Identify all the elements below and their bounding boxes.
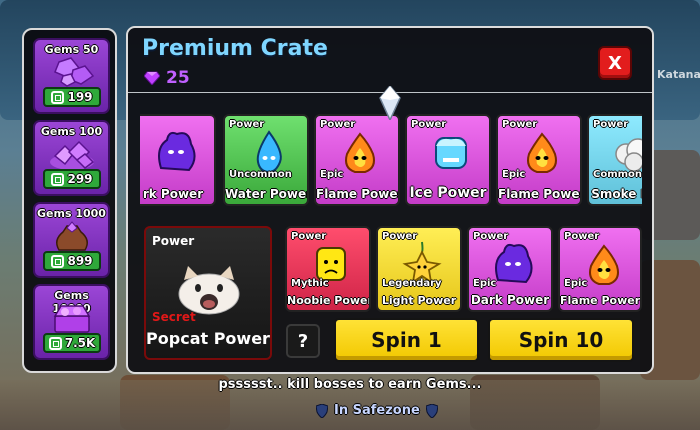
gem-pack-label: Gems 100 xyxy=(40,125,103,138)
crate-cost: 25 xyxy=(144,68,190,88)
card-name: rk Power xyxy=(142,187,204,201)
ice-fruit-icon xyxy=(435,137,467,169)
shield-icon xyxy=(316,403,328,418)
crate-title: Premium Crate xyxy=(142,36,328,61)
robux-price-button[interactable]: 7.5K xyxy=(43,333,101,353)
purple-fruit-icon xyxy=(495,243,533,284)
pool-card[interactable]: Power Legendary Light Power xyxy=(376,226,462,312)
robux-icon xyxy=(51,172,65,186)
safezone-label: In Safezone xyxy=(334,403,420,418)
pool-card[interactable]: Power Mythic Noobie Power xyxy=(285,226,371,312)
gem-pack-label: Gems 1000 xyxy=(37,207,106,220)
featured-name: Popcat Power xyxy=(146,329,270,348)
robux-price-button[interactable]: 299 xyxy=(43,169,101,189)
popcat-icon xyxy=(178,266,240,315)
reel-card: rk Power xyxy=(140,114,216,206)
spin-reel: rk Power Power Uncommon Water Power Powe… xyxy=(140,114,642,210)
card-name: Ice Power xyxy=(409,185,487,201)
pool-card[interactable]: Power Epic Dark Power xyxy=(467,226,553,312)
card-rarity: Common xyxy=(593,169,642,180)
robux-price-button[interactable]: 199 xyxy=(43,87,101,107)
shield-icon xyxy=(425,403,438,418)
robux-price-button[interactable]: 899 xyxy=(43,251,101,271)
gem-sack-icon xyxy=(56,221,88,251)
price-value: 299 xyxy=(67,172,93,186)
gem-pack-1000[interactable]: Gems 1000 899 xyxy=(33,202,110,278)
water-drop-fruit-icon xyxy=(256,130,282,174)
price-value: 199 xyxy=(67,90,93,104)
gem-pack-50[interactable]: Gems 50 199 xyxy=(33,38,110,114)
card-rarity: Mythic xyxy=(291,278,329,289)
featured-type: Power xyxy=(152,234,195,248)
card-rarity: Epic xyxy=(320,169,344,180)
card-name: Light Power xyxy=(381,294,457,307)
gem-pack-100[interactable]: Gems 100 299 xyxy=(33,120,110,196)
gem-pack-10000[interactable]: Gems 10000 7.5K xyxy=(33,284,110,360)
robux-icon xyxy=(48,336,62,350)
featured-prize-card: Power Secret Popcat Power xyxy=(144,226,272,360)
robux-icon xyxy=(51,254,65,268)
help-button[interactable]: ? xyxy=(286,324,320,358)
featured-rarity: Secret xyxy=(152,310,196,324)
card-rarity: Epic xyxy=(473,278,497,289)
price-value: 7.5K xyxy=(64,336,96,350)
gem-pile-icon xyxy=(50,140,95,170)
safezone-indicator: In Safezone xyxy=(316,403,438,418)
gem-icon xyxy=(144,71,160,85)
card-name: Flame Power xyxy=(498,187,582,201)
card-rarity: Uncommon xyxy=(229,169,292,180)
gem-pack-label: Gems 50 xyxy=(44,43,99,56)
card-name: Flame Power xyxy=(560,294,641,307)
gem-pile-icon xyxy=(54,57,95,87)
hint-text: pssssst.. kill bosses to earn Gems... xyxy=(218,377,482,392)
premium-crate-panel: Premium Crate 25 X rk Power Power Uncomm… xyxy=(126,26,654,374)
gem-chest-icon xyxy=(53,305,91,333)
card-rarity: Epic xyxy=(502,169,526,180)
purple-fruit-icon xyxy=(158,131,196,172)
pool-card[interactable]: Power Epic Flame Power xyxy=(558,226,642,312)
card-name: Smoke Pow xyxy=(591,187,642,201)
spin-10-button[interactable]: Spin 10 xyxy=(488,318,634,362)
flame-fruit-icon xyxy=(527,132,557,173)
card-name: Water Power xyxy=(225,187,309,201)
gem-shop-sidebar: Gems 50 199 Gems 100 299 Gems 1000 899 G… xyxy=(22,28,117,373)
spin-1-button[interactable]: Spin 1 xyxy=(334,318,479,362)
card-name: Flame Power xyxy=(316,187,400,201)
reel-card: Power Epic Flame Power xyxy=(496,114,582,206)
reel-card: Power Common Smoke Pow xyxy=(587,114,642,206)
npc-name-label: Katana xyxy=(657,68,700,81)
card-rarity: Epic xyxy=(564,278,588,289)
crate-cost-value: 25 xyxy=(166,68,190,88)
flame-fruit-icon xyxy=(589,244,619,285)
price-value: 899 xyxy=(67,254,93,268)
flame-fruit-icon xyxy=(345,132,375,173)
reel-card-selected: Power Ice Power xyxy=(405,114,491,206)
reel-card: Power Uncommon Water Power xyxy=(223,114,309,206)
reel-pointer-icon xyxy=(379,86,401,120)
card-name: Noobie Power xyxy=(287,294,371,307)
card-name: Dark Power xyxy=(470,293,550,307)
reel-card: Power Epic Flame Power xyxy=(314,114,400,206)
smoke-fruit-icon xyxy=(615,138,642,172)
close-button[interactable]: X xyxy=(598,46,632,80)
robux-icon xyxy=(51,90,65,104)
card-rarity: Legendary xyxy=(382,278,442,289)
